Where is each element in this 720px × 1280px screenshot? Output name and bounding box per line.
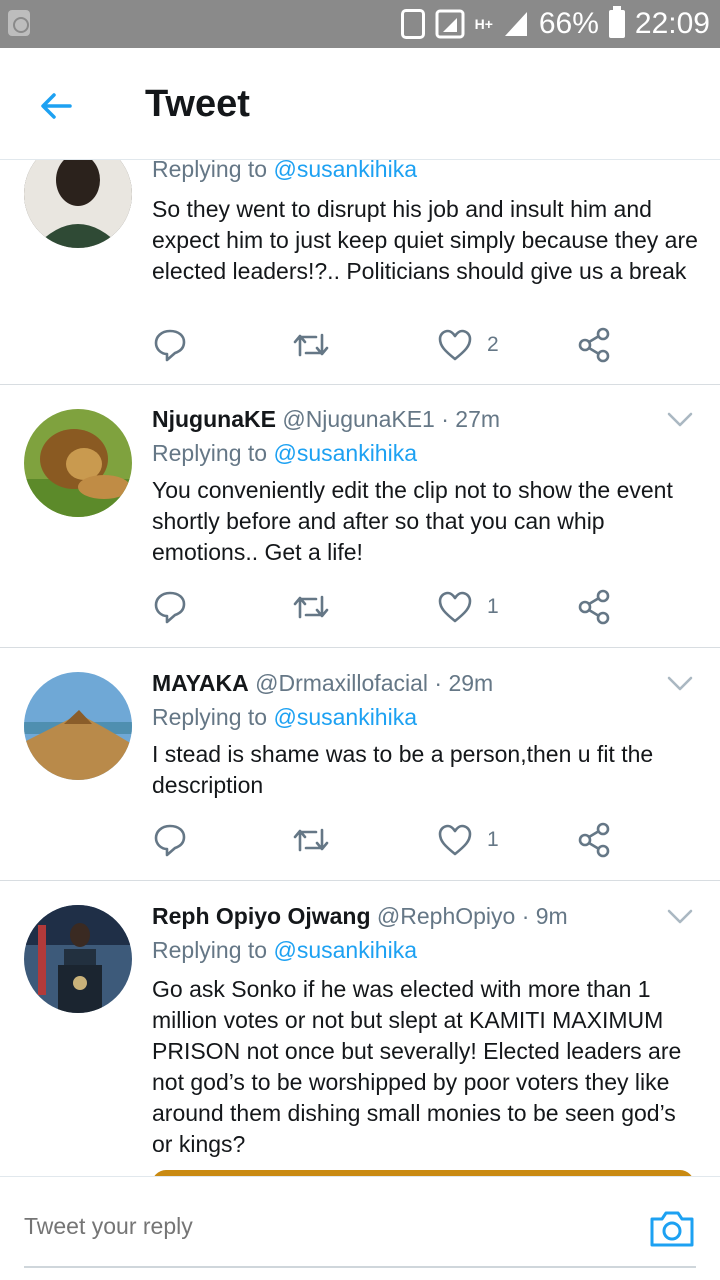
retweet-button[interactable] [292, 325, 330, 365]
like-button[interactable]: 1 [437, 820, 499, 860]
retweet-button[interactable] [292, 587, 330, 627]
reply-icon [154, 591, 186, 624]
tweet-actions: 1 [152, 587, 632, 627]
user-handle[interactable]: @NjugunaKE1 [282, 406, 435, 432]
tweet-text: Go ask Sonko if he was elected with more… [152, 976, 682, 1157]
share-button[interactable] [577, 820, 611, 860]
tweet[interactable]: Replying to @susankihika So they went to… [0, 160, 720, 385]
mention-link[interactable]: @susankihika [273, 937, 417, 963]
tweet-header: Reph Opiyo Ojwang @RephOpiyo · 9m [152, 903, 568, 930]
avatar[interactable] [24, 905, 132, 1013]
avatar[interactable] [24, 160, 132, 248]
display-name[interactable]: NjugunaKE [152, 406, 276, 432]
clock: 22:09 [634, 7, 710, 40]
heart-icon [438, 329, 472, 361]
chevron-down-icon[interactable] [666, 908, 694, 926]
battery-percent: 66% [538, 7, 599, 40]
share-icon [578, 327, 610, 363]
chevron-down-icon[interactable] [666, 411, 694, 429]
like-count: 1 [487, 828, 499, 851]
mention-link[interactable]: @susankihika [273, 160, 417, 182]
tweet-text: So they went to disrupt his job and insu… [152, 196, 698, 284]
replying-to: Replying to @susankihika [152, 937, 417, 963]
avatar[interactable] [24, 672, 132, 780]
replying-to: Replying to @susankihika [152, 160, 417, 183]
user-handle[interactable]: @Drmaxillofacial [255, 670, 428, 696]
like-button[interactable]: 2 [437, 325, 499, 365]
reply-button[interactable] [152, 325, 188, 365]
phone-icon [400, 9, 425, 39]
tweet[interactable]: NjugunaKE @NjugunaKE1 · 27m Replying to … [0, 385, 720, 648]
timestamp: · 29m [434, 670, 494, 696]
share-icon [578, 589, 610, 625]
reply-icon [154, 329, 186, 362]
battery-icon [608, 6, 625, 38]
display-name[interactable]: Reph Opiyo Ojwang [152, 903, 371, 929]
like-count: 2 [487, 333, 499, 356]
tweet-text: You conveniently edit the clip not to sh… [152, 477, 673, 565]
user-handle[interactable]: @RephOpiyo [377, 903, 515, 929]
heart-icon [438, 591, 472, 623]
retweet-icon [293, 828, 329, 852]
replying-to: Replying to @susankihika [152, 440, 417, 466]
avatar[interactable] [24, 409, 132, 517]
arrow-left-icon [41, 93, 72, 119]
recycle-icon [8, 10, 30, 36]
reply-feed[interactable]: Replying to @susankihika So they went to… [0, 160, 720, 1176]
share-icon [578, 822, 610, 858]
reply-icon [154, 824, 186, 857]
reply-input[interactable] [24, 1213, 584, 1240]
timestamp: · 9m [521, 903, 568, 929]
replying-to: Replying to @susankihika [152, 704, 417, 730]
mention-link[interactable]: @susankihika [273, 704, 417, 730]
like-count: 1 [487, 595, 499, 618]
tweet-header: NjugunaKE @NjugunaKE1 · 27m [152, 406, 500, 433]
heart-icon [438, 824, 472, 856]
network-type: H+ [474, 16, 493, 32]
retweet-icon [293, 595, 329, 619]
status-bar: H+ 66% 22:09 [0, 0, 720, 48]
back-button[interactable] [28, 78, 84, 134]
chevron-down-icon[interactable] [666, 675, 694, 693]
cell-signal-icon [504, 12, 527, 36]
mention-link[interactable]: @susankihika [273, 440, 417, 466]
tweet-actions: 1 [152, 820, 632, 860]
like-button[interactable]: 1 [437, 587, 499, 627]
tweet-header: MAYAKA @Drmaxillofacial · 29m [152, 670, 493, 697]
display-name[interactable]: MAYAKA [152, 670, 249, 696]
share-button[interactable] [577, 325, 611, 365]
tweet[interactable]: MAYAKA @Drmaxillofacial · 29m Replying t… [0, 648, 720, 881]
app-header: Tweet [0, 48, 720, 160]
reply-button[interactable] [152, 820, 188, 860]
share-button[interactable] [577, 587, 611, 627]
camera-icon[interactable] [648, 1209, 696, 1249]
signal-icon [435, 9, 465, 39]
tweet-text: I stead is shame was to be a person,then… [152, 741, 654, 798]
tweet[interactable]: Reph Opiyo Ojwang @RephOpiyo · 9m Replyi… [0, 881, 720, 1176]
page-title: Tweet [145, 83, 250, 125]
reply-bar [0, 1176, 720, 1280]
reply-button[interactable] [152, 587, 188, 627]
retweet-icon [293, 333, 329, 357]
input-underline [24, 1266, 696, 1268]
retweet-button[interactable] [292, 820, 330, 860]
tweet-actions: 2 [152, 325, 632, 365]
timestamp: · 27m [441, 406, 501, 432]
